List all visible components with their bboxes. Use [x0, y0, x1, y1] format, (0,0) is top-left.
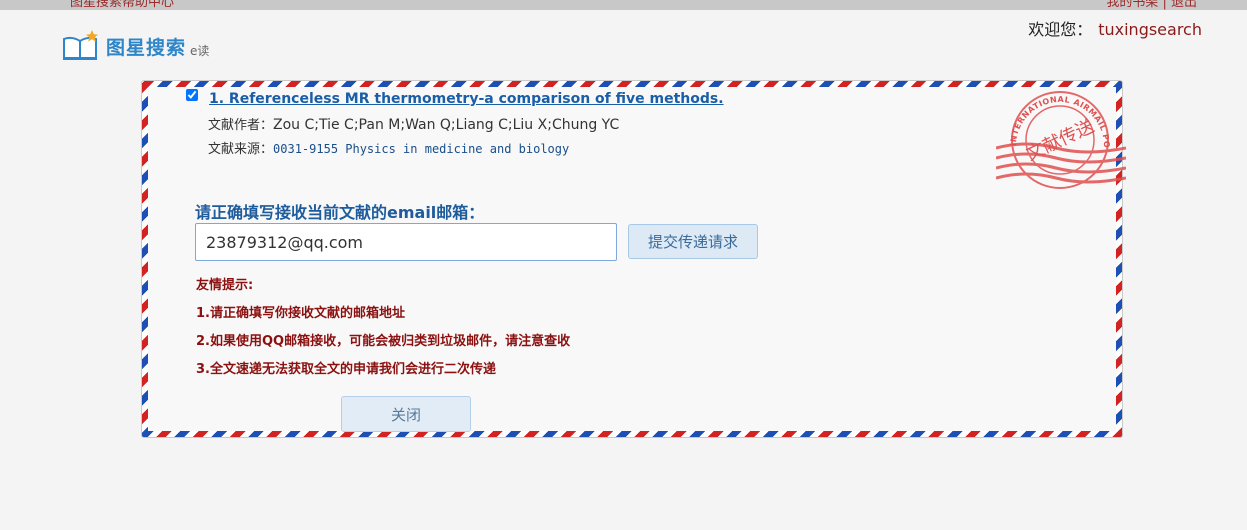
- tips-title: 友情提示:: [196, 278, 254, 293]
- welcome-label: 欢迎您：: [1028, 20, 1093, 39]
- tip-item: 2.如果使用QQ邮箱接收，可能会被归类到垃圾邮件，请注意查收: [196, 334, 571, 349]
- username-link[interactable]: tuxingsearch: [1098, 20, 1202, 39]
- authors-label: 文献作者：: [208, 118, 274, 133]
- authors-value: Zou C;Tie C;Pan M;Wan Q;Liang C;Liu X;Ch…: [273, 117, 620, 133]
- dialog-body: INTERNATIONAL AIRMAIL POST 文献传送 1. Refer…: [148, 87, 1126, 432]
- airmail-envelope-dialog: INTERNATIONAL AIRMAIL POST 文献传送 1. Refer…: [141, 80, 1126, 438]
- email-input[interactable]: [195, 223, 617, 261]
- article-title-link[interactable]: 1. Referenceless MR thermometry-a compar…: [209, 91, 724, 107]
- top-bar: 图星搜索帮助中心 我的书架 | 退出: [0, 0, 1247, 10]
- top-bar-left-text[interactable]: 图星搜索帮助中心: [70, 0, 174, 10]
- book-star-icon: [63, 30, 98, 60]
- logo-subtext: e读: [190, 43, 210, 58]
- article-select-checkbox[interactable]: [186, 89, 198, 101]
- source-value: 0031-9155 Physics in medicine and biolog…: [273, 142, 570, 156]
- email-prompt: 请正确填写接收当前文献的email邮箱：: [195, 203, 485, 222]
- site-logo[interactable]: 图星搜索 e读: [62, 30, 209, 62]
- airmail-stamp-icon: INTERNATIONAL AIRMAIL POST 文献传送: [996, 88, 1126, 189]
- close-button[interactable]: 关闭: [341, 396, 471, 432]
- article-authors-row: 文献作者：Zou C;Tie C;Pan M;Wan Q;Liang C;Liu…: [208, 114, 619, 133]
- submit-request-button[interactable]: 提交传递请求: [628, 224, 758, 259]
- tip-item: 3.全文速递无法获取全文的申请我们会进行二次传递: [196, 362, 496, 377]
- top-bar-right-text[interactable]: 我的书架 | 退出: [1106, 0, 1197, 10]
- article-source-row: 文献来源：0031-9155 Physics in medicine and b…: [208, 138, 569, 157]
- welcome-message: 欢迎您： tuxingsearch: [1028, 16, 1202, 40]
- logo-text: 图星搜索: [106, 36, 187, 59]
- source-label: 文献来源：: [208, 142, 274, 157]
- tip-item: 1.请正确填写你接收文献的邮箱地址: [196, 306, 405, 321]
